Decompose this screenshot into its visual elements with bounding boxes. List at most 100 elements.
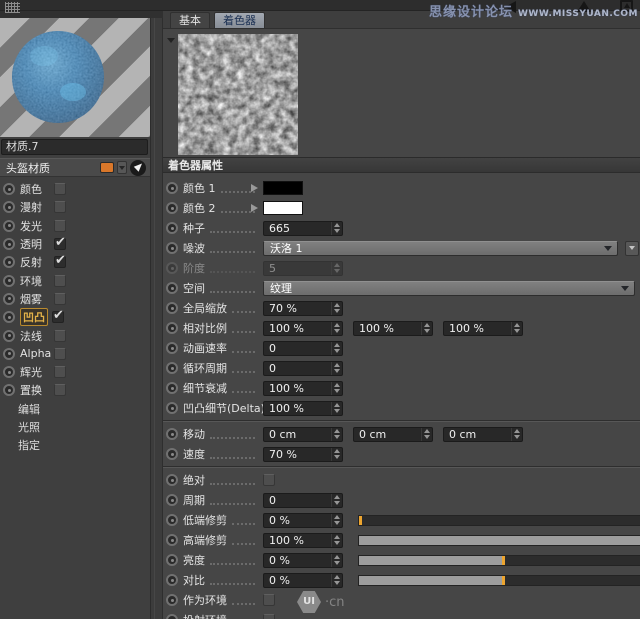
stepper-arrows-icon[interactable] bbox=[331, 533, 342, 547]
param-state-icon[interactable] bbox=[166, 282, 178, 294]
stepper-arrows-icon[interactable] bbox=[421, 321, 432, 335]
stepper-arrows-icon[interactable] bbox=[331, 361, 342, 375]
stepper-arrows-icon[interactable] bbox=[331, 573, 342, 587]
channel-row[interactable]: 环境 bbox=[0, 271, 150, 289]
param-state-icon[interactable] bbox=[166, 182, 178, 194]
panel-divider[interactable] bbox=[150, 11, 163, 619]
stepper-arrows-icon[interactable] bbox=[331, 401, 342, 415]
channel-checkbox[interactable] bbox=[54, 292, 66, 305]
stepper-arrows-icon[interactable] bbox=[331, 553, 342, 567]
dropdown[interactable]: 沃洛 1 bbox=[263, 240, 618, 256]
value-stepper-box[interactable]: 100 % bbox=[263, 400, 343, 416]
noise-texture-preview[interactable] bbox=[178, 34, 298, 155]
channel-row[interactable]: 烟雾 bbox=[0, 290, 150, 308]
param-state-icon[interactable] bbox=[166, 448, 178, 460]
value-stepper-box[interactable]: 0 cm bbox=[263, 426, 343, 442]
param-state-icon[interactable] bbox=[166, 594, 178, 606]
param-slider[interactable] bbox=[358, 534, 640, 546]
slider-handle[interactable] bbox=[501, 575, 505, 585]
value-stepper-box[interactable]: 100 % bbox=[353, 320, 433, 336]
channel-row[interactable]: 法线 bbox=[0, 326, 150, 344]
pick-material-icon[interactable] bbox=[130, 159, 146, 176]
stepper-arrows-icon[interactable] bbox=[421, 427, 432, 441]
value-stepper-box[interactable]: 0 bbox=[263, 492, 343, 508]
param-state-icon[interactable] bbox=[166, 322, 178, 334]
expand-arrow-icon[interactable] bbox=[251, 204, 258, 212]
expand-arrow-icon[interactable] bbox=[251, 184, 258, 192]
param-checkbox[interactable] bbox=[263, 474, 275, 486]
channel-row[interactable]: 透明 bbox=[0, 235, 150, 253]
action-item[interactable]: 编辑 bbox=[0, 400, 150, 418]
value-stepper-box[interactable]: 0 % bbox=[263, 572, 343, 588]
param-state-icon[interactable] bbox=[166, 222, 178, 234]
color-swatch[interactable] bbox=[263, 201, 303, 215]
channel-row[interactable]: 反射 bbox=[0, 253, 150, 271]
channel-row[interactable]: 凹凸 bbox=[0, 308, 150, 327]
value-stepper-box[interactable]: 0 cm bbox=[353, 426, 433, 442]
stepper-arrows-icon[interactable] bbox=[511, 321, 522, 335]
channel-checkbox[interactable] bbox=[54, 253, 66, 269]
value-stepper-box[interactable]: 0 bbox=[263, 340, 343, 356]
param-state-icon[interactable] bbox=[166, 428, 178, 440]
slider-handle[interactable] bbox=[501, 555, 505, 565]
value-stepper-box[interactable]: 70 % bbox=[263, 446, 343, 462]
value-stepper-box[interactable]: 70 % bbox=[263, 300, 343, 316]
action-item[interactable]: 光照 bbox=[0, 418, 150, 436]
param-state-icon[interactable] bbox=[166, 262, 178, 274]
collapse-triangle-icon[interactable] bbox=[167, 38, 175, 43]
stepper-arrows-icon[interactable] bbox=[331, 493, 342, 507]
noise-preview-button[interactable] bbox=[625, 240, 639, 256]
channel-row[interactable]: 漫射 bbox=[0, 198, 150, 216]
param-slider[interactable] bbox=[358, 514, 640, 526]
param-state-icon[interactable] bbox=[166, 382, 178, 394]
channel-checkbox[interactable] bbox=[54, 183, 66, 196]
stepper-arrows-icon[interactable] bbox=[511, 427, 522, 441]
value-stepper-box[interactable]: 100 % bbox=[443, 320, 523, 336]
tab-shader[interactable]: 着色器 bbox=[214, 12, 265, 28]
channel-checkbox[interactable] bbox=[54, 384, 66, 397]
stepper-arrows-icon[interactable] bbox=[331, 513, 342, 527]
stepper-arrows-icon[interactable] bbox=[331, 447, 342, 461]
material-color-swatch[interactable] bbox=[100, 162, 114, 173]
value-stepper-box[interactable]: 100 % bbox=[263, 532, 343, 548]
stepper-arrows-icon[interactable] bbox=[331, 221, 342, 235]
value-stepper-box[interactable]: 0 cm bbox=[443, 426, 523, 442]
param-state-icon[interactable] bbox=[166, 362, 178, 374]
param-state-icon[interactable] bbox=[166, 342, 178, 354]
param-checkbox[interactable] bbox=[263, 594, 275, 606]
param-slider[interactable] bbox=[358, 574, 640, 586]
value-stepper-box[interactable]: 0 bbox=[263, 360, 343, 376]
color-swatch[interactable] bbox=[263, 181, 303, 195]
dropdown[interactable]: 纹理 bbox=[263, 280, 635, 296]
param-state-icon[interactable] bbox=[166, 302, 178, 314]
slider-handle[interactable] bbox=[359, 515, 362, 525]
value-stepper-box[interactable]: 5 bbox=[263, 260, 343, 276]
param-state-icon[interactable] bbox=[166, 614, 178, 619]
param-state-icon[interactable] bbox=[166, 554, 178, 566]
channel-checkbox[interactable] bbox=[54, 274, 66, 287]
material-name-field[interactable]: 材质.7 bbox=[1, 139, 148, 155]
material-header-row[interactable]: 头盔材质 bbox=[0, 158, 150, 177]
tab-basic[interactable]: 基本 bbox=[170, 12, 210, 28]
channel-row[interactable]: 颜色 bbox=[0, 180, 150, 198]
stepper-arrows-icon[interactable] bbox=[331, 427, 342, 441]
param-state-icon[interactable] bbox=[166, 514, 178, 526]
channel-checkbox[interactable] bbox=[54, 329, 66, 342]
param-state-icon[interactable] bbox=[166, 474, 178, 486]
param-state-icon[interactable] bbox=[166, 534, 178, 546]
channel-row[interactable]: 发光 bbox=[0, 217, 150, 235]
material-preview[interactable] bbox=[0, 18, 150, 137]
param-state-icon[interactable] bbox=[166, 202, 178, 214]
stepper-arrows-icon[interactable] bbox=[331, 321, 342, 335]
channel-checkbox[interactable] bbox=[54, 366, 66, 379]
channel-checkbox[interactable] bbox=[54, 347, 66, 360]
value-stepper-box[interactable]: 100 % bbox=[263, 380, 343, 396]
value-stepper-box[interactable]: 665 bbox=[263, 220, 343, 236]
param-state-icon[interactable] bbox=[166, 494, 178, 506]
value-stepper-box[interactable]: 100 % bbox=[263, 320, 343, 336]
action-item[interactable]: 指定 bbox=[0, 436, 150, 454]
channel-checkbox[interactable] bbox=[54, 219, 66, 232]
stepper-arrows-icon[interactable] bbox=[331, 261, 342, 275]
param-checkbox[interactable] bbox=[263, 614, 275, 619]
stepper-arrows-icon[interactable] bbox=[331, 301, 342, 315]
